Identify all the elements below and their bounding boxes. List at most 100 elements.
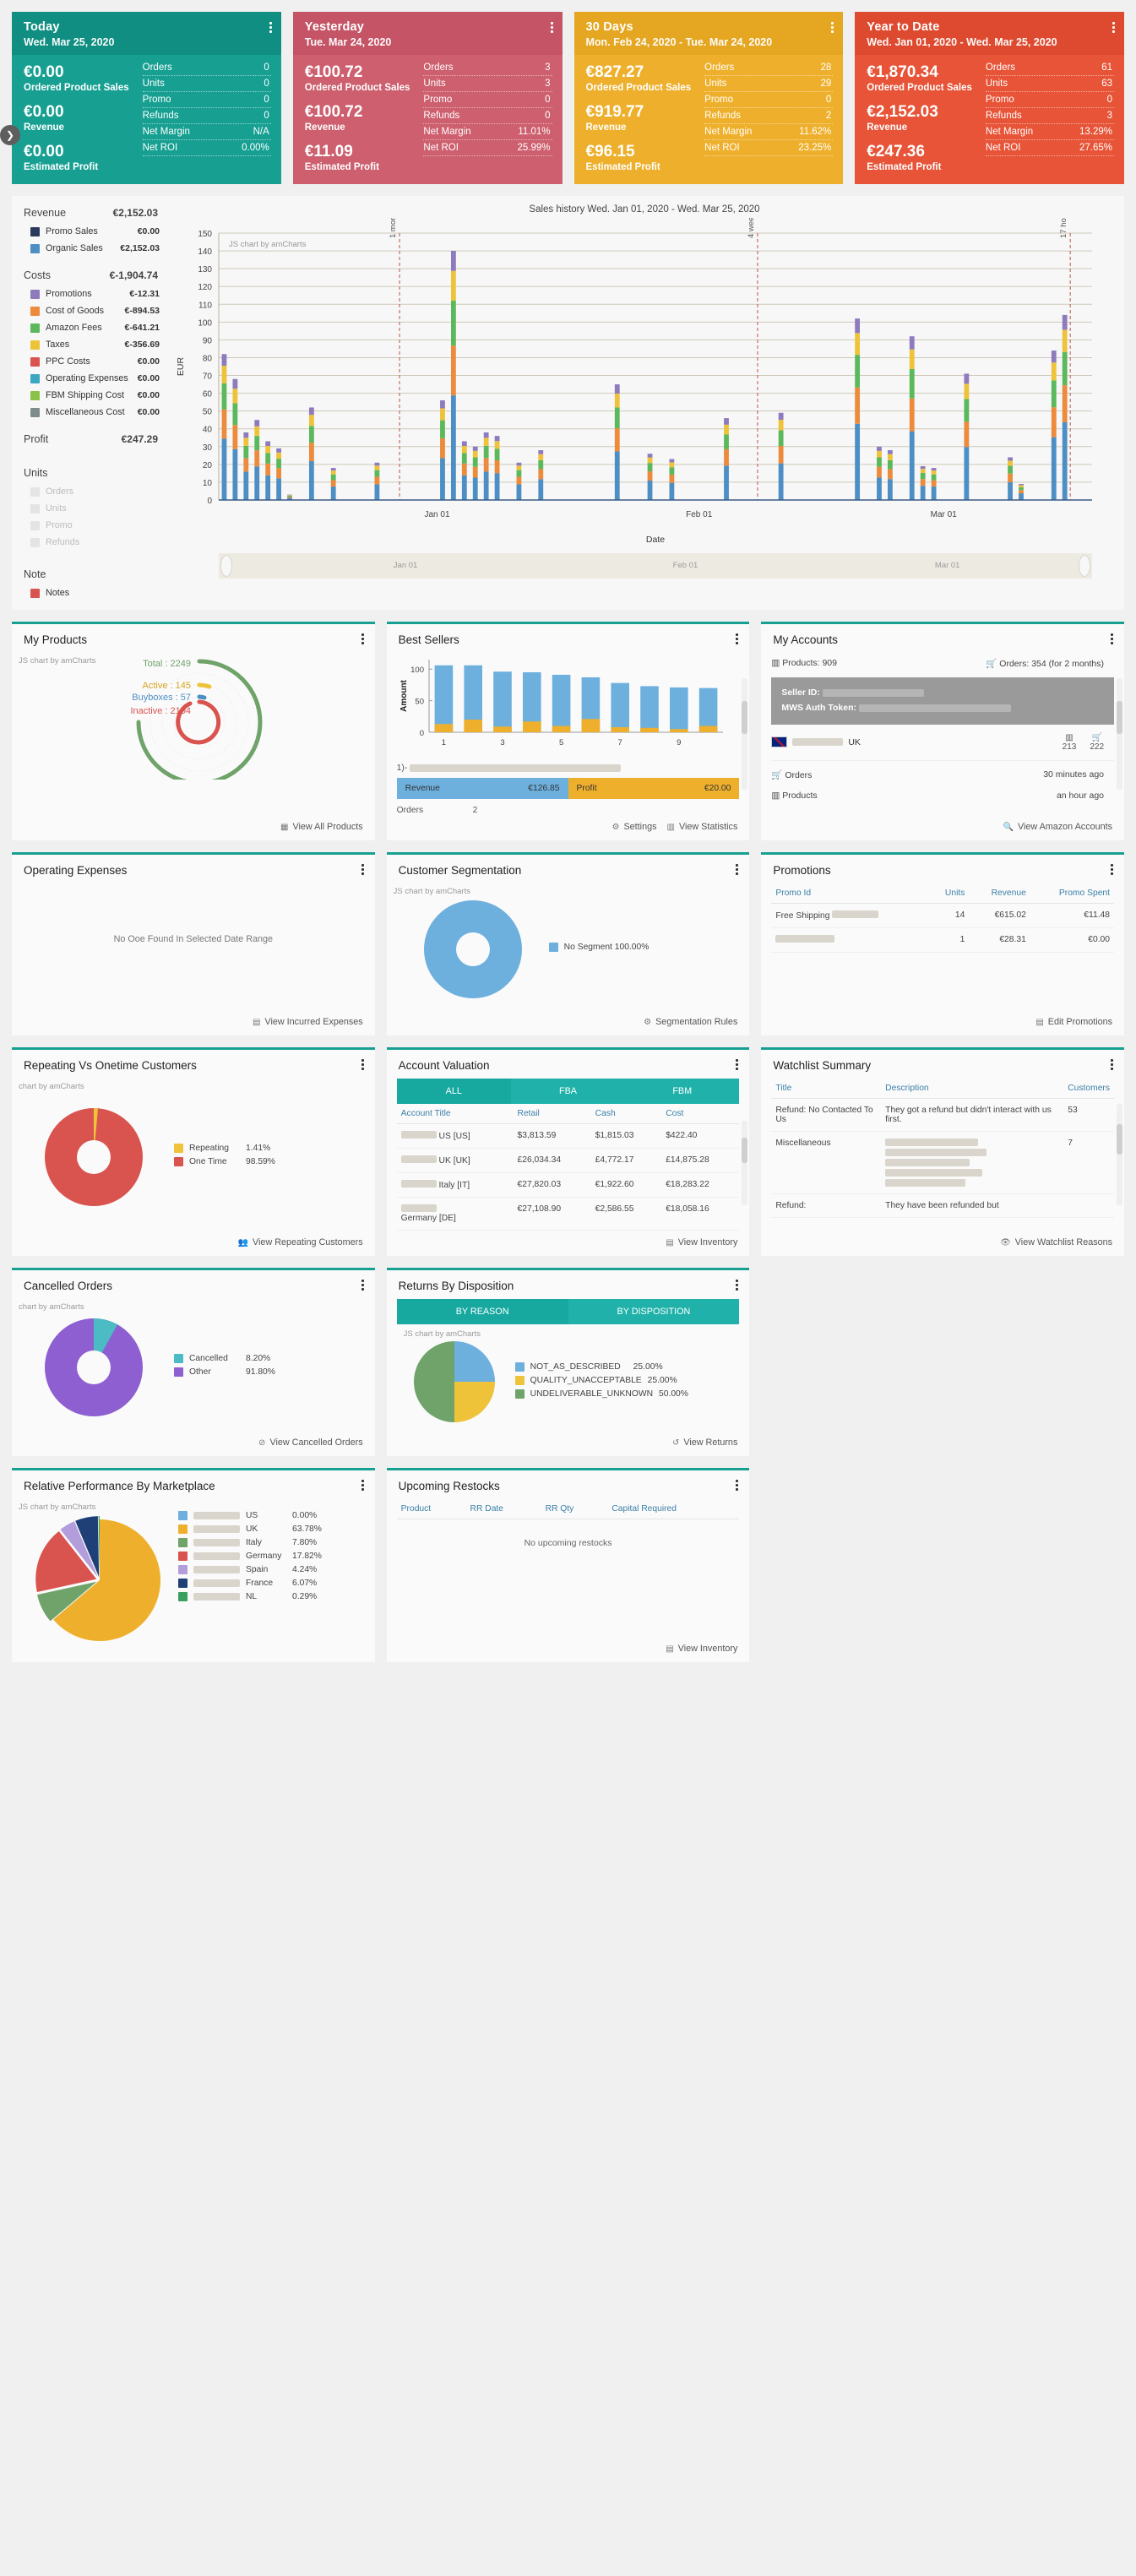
card-title: Yesterday xyxy=(304,20,365,34)
legend-blur xyxy=(193,1579,240,1588)
breakdown-item[interactable]: Refunds xyxy=(24,534,160,551)
breakdown-item[interactable]: Amazon Fees €-641.21 xyxy=(24,319,160,336)
view-returns-link[interactable]: ↺ View Returns xyxy=(672,1437,737,1448)
card-date: Wed. Jan 01, 2020 - Wed. Mar 25, 2020 xyxy=(867,36,1057,48)
metric-row: Units 0 xyxy=(142,76,271,92)
view-inventory-link[interactable]: ▤ View Inventory xyxy=(666,1237,737,1247)
panel-scrollbar[interactable] xyxy=(1117,678,1123,791)
panel-menu-icon[interactable] xyxy=(361,1280,365,1292)
breakdown-item[interactable]: Miscellaneous Cost €0.00 xyxy=(24,404,160,421)
panel-footer: 👁 View Watchlist Reasons xyxy=(761,1231,1124,1256)
link-label: View Watchlist Reasons xyxy=(1014,1237,1113,1248)
panel-menu-icon[interactable] xyxy=(1111,864,1114,877)
sync-orders-row: 🛒 Orders 30 minutes ago xyxy=(771,761,1114,784)
panel-menu-icon[interactable] xyxy=(361,864,365,877)
breakdown-item[interactable]: Promotions €-12.31 xyxy=(24,285,160,302)
tab-by-reason[interactable]: BY REASON xyxy=(396,1299,568,1325)
view-all-products-link[interactable]: ▦ View All Products xyxy=(280,822,363,832)
panel-scrollbar[interactable] xyxy=(742,678,748,791)
summary-card-30-days[interactable]: 30 Days Mon. Feb 24, 2020 - Tue. Mar 24,… xyxy=(573,12,844,185)
card-body: €100.72 Ordered Product Sales €100.72 Re… xyxy=(293,55,563,184)
breakdown-item[interactable]: Orders xyxy=(24,483,160,500)
tab-fba[interactable]: FBA xyxy=(510,1079,626,1105)
panel-menu-icon[interactable] xyxy=(361,1480,365,1492)
eye-icon: 👁 xyxy=(1000,1237,1011,1247)
view-watchlist-reasons-link[interactable]: 👁 View Watchlist Reasons xyxy=(1000,1237,1112,1247)
card-menu-icon[interactable] xyxy=(831,22,834,35)
ordered-product-sales-value: €1,870.34 xyxy=(867,63,938,81)
carousel-next-icon[interactable]: ❯ xyxy=(0,125,20,145)
gauge-label-active: Active : 145 xyxy=(143,681,191,691)
panel-menu-icon[interactable] xyxy=(1111,1059,1114,1072)
table-row[interactable]: Refund: No Contacted To Us They got a re… xyxy=(771,1098,1115,1133)
card-menu-icon[interactable] xyxy=(550,22,554,35)
table-row[interactable]: UK [UK] £26,034.34 £4,772.17 £14,875.28 xyxy=(396,1148,740,1174)
panel-menu-icon[interactable] xyxy=(736,633,739,646)
account-products-count: ▥ 213 xyxy=(1063,733,1077,752)
breakdown-item[interactable]: Operating Expenses €0.00 xyxy=(24,370,160,387)
panel-menu-icon[interactable] xyxy=(736,864,739,877)
panel-title: My Products xyxy=(24,633,88,647)
legend-value: 25.00% xyxy=(633,1361,663,1372)
panel-scrollbar[interactable] xyxy=(1117,1104,1123,1206)
table-row[interactable]: Italy [IT] €27,820.03 €1,922.60 €18,283.… xyxy=(396,1172,740,1198)
view-inventory-link[interactable]: ▤ View Inventory xyxy=(666,1644,737,1654)
table-row[interactable]: Refund: They have been refunded but xyxy=(771,1193,1115,1219)
panel-menu-icon[interactable] xyxy=(1111,633,1114,646)
panel-scrollbar[interactable] xyxy=(742,1121,748,1206)
scrollbar-handle-right[interactable] xyxy=(1079,555,1090,578)
metric-row: Orders 28 xyxy=(704,60,834,76)
tab-fbm[interactable]: FBM xyxy=(625,1079,740,1105)
edit-promotions-link[interactable]: ▤ Edit Promotions xyxy=(1035,1017,1112,1027)
barcode-icon: ▥ xyxy=(771,658,783,669)
card-menu-icon[interactable] xyxy=(1112,22,1116,35)
table-row[interactable]: Germany [DE] €27,108.90 €2,586.55 €18,05… xyxy=(396,1197,740,1231)
table-row[interactable]: 1 €28.31 €0.00 xyxy=(771,927,1115,954)
view-incurred-expenses-link[interactable]: ▤ View Incurred Expenses xyxy=(253,1017,363,1027)
panel-menu-icon[interactable] xyxy=(736,1059,739,1072)
ban-icon: ⊘ xyxy=(258,1437,266,1448)
best-seller-item[interactable]: 1)- xyxy=(397,758,740,776)
view-cancelled-orders-link[interactable]: ⊘ View Cancelled Orders xyxy=(258,1437,363,1448)
summary-card-yesterday[interactable]: Yesterday Tue. Mar 24, 2020 €100.72 Orde… xyxy=(292,12,563,185)
sales-history-chart[interactable]: Sales history Wed. Jan 01, 2020 - Wed. M… xyxy=(168,171,1124,610)
table-row[interactable]: US [US] $3,813.59 $1,815.03 $422.40 xyxy=(396,1123,740,1149)
legend-value: 25.00% xyxy=(647,1375,677,1385)
panel-menu-icon[interactable] xyxy=(736,1280,739,1292)
breakdown-item[interactable]: PPC Costs €0.00 xyxy=(24,353,160,370)
breakdown-item[interactable]: FBM Shipping Cost €0.00 xyxy=(24,387,160,404)
card-menu-icon[interactable] xyxy=(269,22,273,35)
segmentation-rules-link[interactable]: ⚙ Segmentation Rules xyxy=(644,1017,737,1027)
breakdown-item[interactable]: Notes xyxy=(24,584,160,601)
breakdown-item[interactable]: Taxes €-356.69 xyxy=(24,336,160,353)
summary-card-year-to-date[interactable]: Year to Date Wed. Jan 01, 2020 - Wed. Ma… xyxy=(855,12,1124,185)
panel-title: My Accounts xyxy=(773,633,838,647)
metric-key: Promo xyxy=(423,95,453,105)
panel-menu-icon[interactable] xyxy=(361,633,365,646)
breakdown-item[interactable]: Organic Sales €2,152.03 xyxy=(24,240,160,257)
cell-revenue: €615.02 xyxy=(969,903,1030,929)
table-row[interactable]: Free Shipping 14 €615.02 €11.48 xyxy=(771,903,1115,929)
view-repeating-customers-link[interactable]: 👥 View Repeating Customers xyxy=(238,1237,363,1247)
breakdown-item[interactable]: Promo xyxy=(24,517,160,534)
view-statistics-link[interactable]: ▥ View Statistics xyxy=(666,822,737,832)
account-row[interactable]: UK ▥ 213 🛒 222 xyxy=(771,725,1115,761)
summary-card-today[interactable]: Today Wed. Mar 25, 2020 €0.00 Ordered Pr… xyxy=(12,12,281,185)
sales-history-svg[interactable]: 0 10 20 30 40 50 60 70 80 90 100 110 120 130 140 150 1 m… xyxy=(171,171,1117,547)
table-row[interactable]: Miscellaneous 7 xyxy=(771,1131,1115,1195)
card-secondary-metrics: Orders 0 Units 0 Promo 0 Refunds 0 Net Margi… xyxy=(138,60,271,174)
cell-revenue: €28.31 xyxy=(969,927,1030,954)
view-amazon-accounts-link[interactable]: 🔍 View Amazon Accounts xyxy=(1003,822,1113,832)
settings-link[interactable]: ⚙ Settings xyxy=(612,822,657,832)
tab-by-disposition[interactable]: BY DISPOSITION xyxy=(568,1299,740,1325)
breakdown-item[interactable]: Promo Sales €0.00 xyxy=(24,223,160,240)
chart-scrollbar[interactable]: Jan 01 Feb 01 Mar 01 xyxy=(219,553,1092,579)
panel-menu-icon[interactable] xyxy=(736,1480,739,1492)
scrollbar-handle-left[interactable] xyxy=(220,555,232,578)
panel-menu-icon[interactable] xyxy=(361,1059,365,1072)
breakdown-item[interactable]: Units xyxy=(24,500,160,517)
tab-all[interactable]: ALL xyxy=(396,1079,511,1105)
breakdown-item[interactable]: Cost of Goods €-894.53 xyxy=(24,302,160,319)
description-blur xyxy=(885,1149,987,1157)
scrollbar-tick-label: Mar 01 xyxy=(934,561,960,571)
